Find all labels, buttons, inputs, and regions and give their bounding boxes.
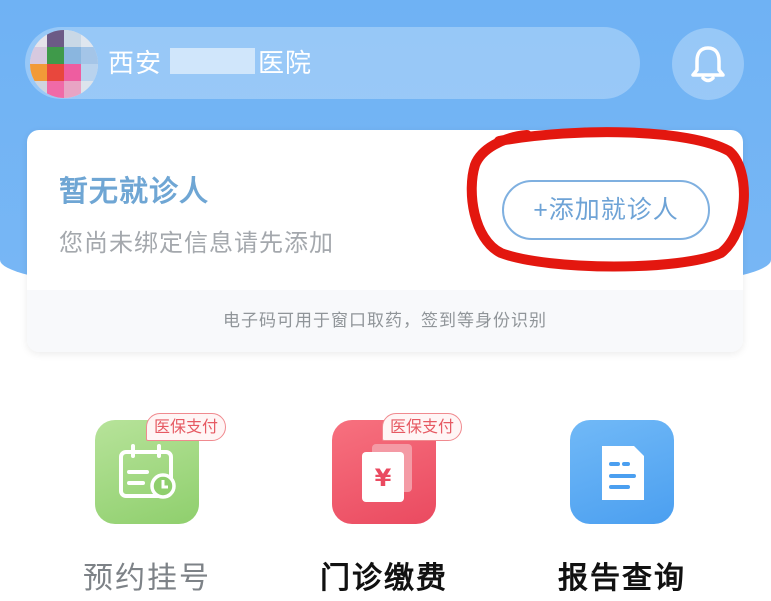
service-label-appointment[interactable]: 预约挂号 [47, 553, 247, 597]
notification-button[interactable] [672, 28, 744, 100]
bell-icon [691, 46, 725, 83]
electronic-code-note: 电子码可用于窗口取药，签到等身份识别 [27, 290, 743, 352]
patient-card-title: 暂无就诊人 [59, 174, 210, 208]
patient-card: 暂无就诊人 您尚未绑定信息请先添加 +添加就诊人 电子码可用于窗口取药，签到等身… [27, 130, 743, 352]
service-label-outpatient-payment[interactable]: 门诊缴费 [284, 553, 484, 597]
medical-insurance-badge: 医保支付 [382, 413, 463, 441]
add-patient-button[interactable]: +添加就诊人 [502, 180, 710, 240]
report-query-icon-tile[interactable] [570, 420, 674, 524]
hospital-name-suffix: 医院 [258, 49, 313, 79]
patient-card-subtitle: 您尚未绑定信息请先添加 [59, 229, 334, 257]
report-document-icon [602, 446, 644, 500]
service-label-report-query[interactable]: 报告查询 [522, 553, 722, 597]
hospital-logo [30, 30, 98, 98]
svg-text:¥: ¥ [375, 464, 392, 492]
medical-insurance-badge: 医保支付 [146, 413, 227, 441]
hospital-name-prefix: 西安 [108, 49, 163, 79]
redaction-mask [170, 48, 255, 74]
